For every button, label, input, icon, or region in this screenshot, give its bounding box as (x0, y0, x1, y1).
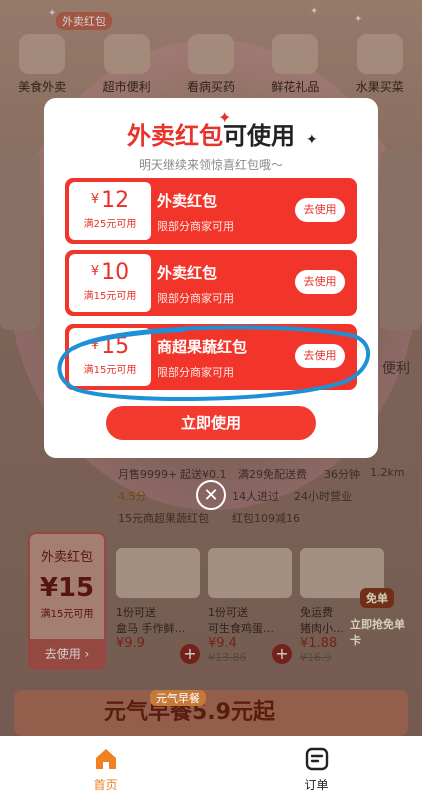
banner-badge: 元气早餐 (150, 690, 206, 706)
coupon-card[interactable]: ¥15 满15元可用 商超果蔬红包 限部分商家可用 去使用 (65, 324, 357, 390)
coupon-condition: 满15元可用 (83, 291, 137, 302)
close-icon: ✕ (203, 485, 219, 506)
coupon-currency: ¥ (90, 338, 100, 353)
coupon-use-button[interactable]: 去使用 (295, 270, 345, 294)
coupon-condition: 满25元可用 (83, 219, 137, 230)
coupon-amount-box: ¥10 满15元可用 (69, 254, 151, 312)
modal-title-black: 可使用 (223, 122, 295, 150)
modal-title-red: 外卖红包 (127, 122, 223, 150)
tab-orders[interactable]: 订单 (211, 736, 422, 800)
tab-orders-label: 订单 (304, 778, 329, 792)
coupon-name: 外卖红包 (157, 264, 218, 282)
coupon-amount-box: ¥12 满25元可用 (69, 182, 151, 240)
coupon-use-button[interactable]: 去使用 (295, 198, 345, 222)
coupon-amount-box: ¥15 满15元可用 (69, 328, 151, 386)
use-now-button[interactable]: 立即使用 (106, 406, 316, 440)
coupon-amount: 12 (101, 188, 130, 213)
modal-subtitle: 明天继续来领惊喜红包哦～ (138, 158, 283, 172)
coupon-desc: 限部分商家可用 (157, 292, 234, 305)
coupon-name: 商超果蔬红包 (157, 338, 248, 356)
tab-home[interactable]: 首页 (0, 736, 211, 800)
coupon-amount: 15 (101, 334, 130, 359)
coupon-desc: 限部分商家可用 (157, 366, 234, 379)
sparkle-icon: ✦ (218, 108, 232, 127)
coupon-modal: 外卖红包可使用 ✦ ✦ 明天继续来领惊喜红包哦～ ¥12 满25元可用 外卖红包… (44, 98, 378, 458)
coupon-desc: 限部分商家可用 (157, 220, 234, 233)
tab-home-label: 首页 (93, 778, 118, 792)
coupon-card[interactable]: ¥10 满15元可用 外卖红包 限部分商家可用 去使用 (65, 250, 357, 316)
home-icon (95, 749, 116, 769)
coupon-currency: ¥ (90, 192, 100, 207)
coupon-name: 外卖红包 (157, 192, 218, 210)
order-icon (305, 747, 328, 771)
bottom-tab-bar: 首页 订单 (0, 736, 422, 800)
coupon-amount: 10 (101, 260, 130, 285)
modal-title: 外卖红包可使用 (44, 116, 378, 151)
sparkle-icon: ✦ (306, 132, 318, 148)
coupon-use-button[interactable]: 去使用 (295, 344, 345, 368)
coupon-currency: ¥ (90, 264, 100, 279)
coupon-condition: 满15元可用 (83, 365, 137, 376)
coupon-card[interactable]: ¥12 满25元可用 外卖红包 限部分商家可用 去使用 (65, 178, 357, 244)
close-button[interactable]: ✕ (196, 480, 226, 510)
